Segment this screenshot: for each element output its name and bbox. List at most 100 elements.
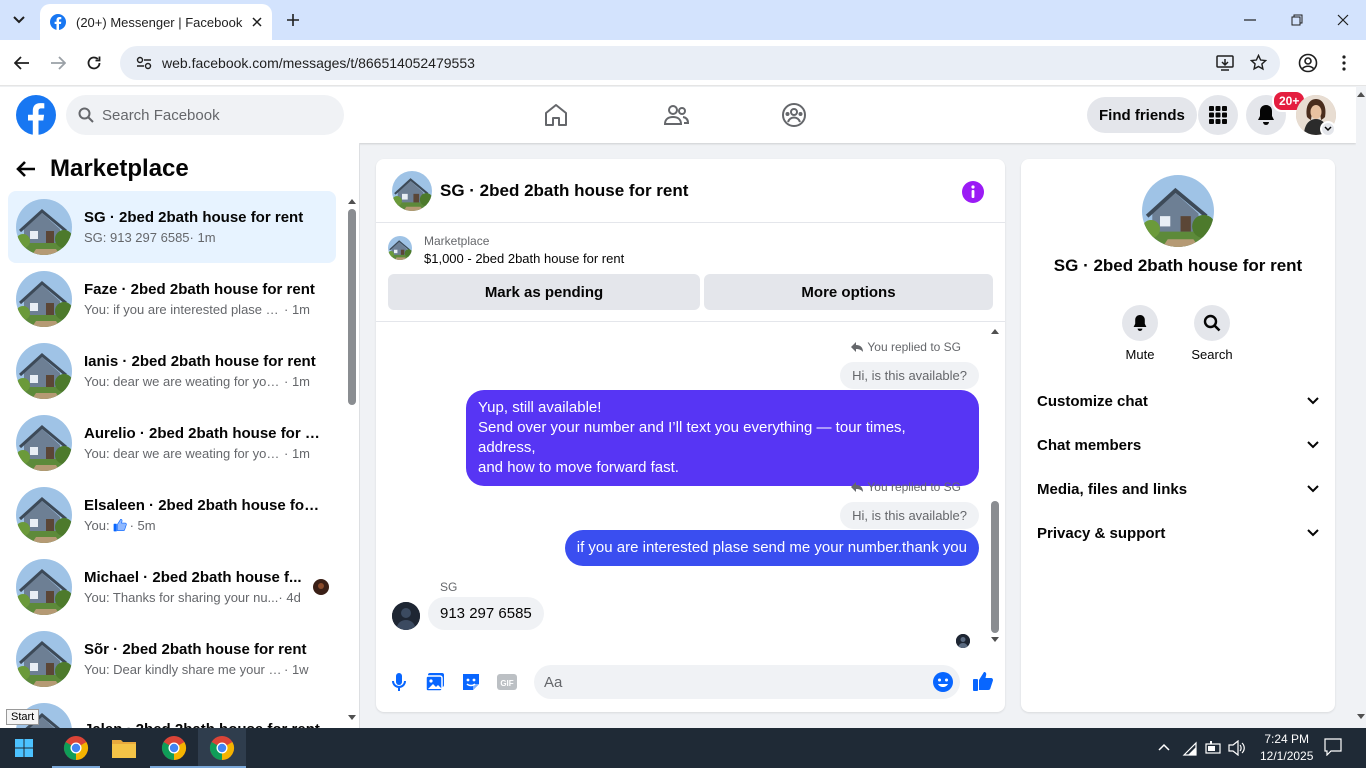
- conversation-item[interactable]: Michael · 2bed 2bath house f... You: Than…: [8, 551, 336, 623]
- sidebar-scrollbar[interactable]: [346, 195, 358, 725]
- quoted-message[interactable]: Hi, is this available?: [840, 362, 979, 389]
- details-avatar[interactable]: [1142, 175, 1214, 247]
- sidebar-scroll-thumb[interactable]: [348, 209, 356, 405]
- address-bar[interactable]: web.facebook.com/messages/t/866514052479…: [120, 46, 1280, 80]
- facebook-logo-icon[interactable]: [16, 95, 56, 135]
- forward-arrow-icon[interactable]: [44, 49, 72, 77]
- section-label: Customize chat: [1037, 392, 1148, 410]
- conversation-text: Michael · 2bed 2bath house f... You: Than…: [84, 569, 320, 605]
- conversation-thumbnail: [16, 631, 72, 687]
- conversation-item[interactable]: Aurelio · 2bed 2bath house for r... You: …: [8, 407, 336, 479]
- preview-text: You: if you are interested plase se...: [84, 302, 284, 317]
- page-scrollbar[interactable]: [1356, 87, 1366, 728]
- preview-text: SG: 913 297 6585: [84, 230, 190, 245]
- profile-icon[interactable]: [1294, 49, 1322, 77]
- conversation-name: Elsaleen · 2bed 2bath house for ...: [84, 497, 320, 514]
- listing-price-title[interactable]: $1,000 - 2bed 2bath house for rent: [424, 251, 624, 266]
- chat-members-row[interactable]: Chat members: [1037, 425, 1319, 465]
- emoji-icon[interactable]: [932, 671, 954, 693]
- preview-text: You: dear we are weating for your ...: [84, 374, 284, 389]
- customize-chat-row[interactable]: Customize chat: [1037, 381, 1319, 421]
- details-name: SG · 2bed 2bath house for rent: [1053, 256, 1303, 275]
- mark-as-pending-button[interactable]: Mark as pending: [388, 274, 700, 310]
- thumbs-up-icon[interactable]: [972, 670, 994, 692]
- new-tab-plus-icon[interactable]: [282, 9, 304, 31]
- conversation-item[interactable]: Ianis · 2bed 2bath house for rent You: de…: [8, 335, 336, 407]
- gif-icon[interactable]: GIF: [496, 671, 518, 693]
- message-scroll-thumb[interactable]: [991, 501, 999, 633]
- seen-receipt-avatar: [313, 579, 329, 595]
- search-conversation-button[interactable]: Search: [1182, 305, 1242, 362]
- search-input[interactable]: [102, 106, 322, 124]
- facebook-header: Find friends 20+: [0, 87, 1356, 143]
- install-app-icon[interactable]: [1216, 54, 1234, 72]
- conversation-thumbnail: [16, 487, 72, 543]
- conversation-item[interactable]: SG · 2bed 2bath house for rent SG: 913 29…: [8, 191, 336, 263]
- system-clock[interactable]: 7:24 PM 12/1/2025: [1260, 731, 1313, 765]
- chrome-taskbar-icon[interactable]: [52, 728, 100, 768]
- battery-icon[interactable]: [1204, 740, 1222, 756]
- back-arrow-icon[interactable]: [16, 160, 36, 178]
- section-label: Chat members: [1037, 436, 1142, 454]
- photo-icon[interactable]: [424, 671, 446, 693]
- find-friends-button[interactable]: Find friends: [1087, 97, 1197, 133]
- file-explorer-icon[interactable]: [100, 728, 148, 768]
- browser-tab[interactable]: (20+) Messenger | Facebook: [40, 4, 272, 40]
- conversation-item[interactable]: Sõr · 2bed 2bath house for rent You: Dear…: [8, 623, 336, 695]
- chat-avatar[interactable]: [392, 170, 432, 211]
- outgoing-message[interactable]: if you are interested plase send me your…: [564, 530, 979, 566]
- conversation-name: Faze · 2bed 2bath house for rent: [84, 281, 315, 298]
- conversation-text: Jalen · 2bed 2bath house for rent: [84, 721, 320, 729]
- message-scrollbar[interactable]: [988, 325, 1002, 647]
- message-input[interactable]: [534, 665, 960, 699]
- facebook-search[interactable]: [66, 95, 344, 135]
- outgoing-message[interactable]: Yup, still available! Send over your num…: [466, 390, 979, 486]
- privacy-support-row[interactable]: Privacy & support: [1037, 513, 1319, 553]
- reply-arrow-icon: [851, 482, 864, 492]
- conversation-item[interactable]: Jalen · 2bed 2bath house for rent: [8, 695, 336, 728]
- conversation-thumbnail: [16, 343, 72, 399]
- network-icon[interactable]: [1182, 740, 1198, 756]
- restore-window-icon[interactable]: [1283, 6, 1311, 34]
- browser-menu-icon[interactable]: [1330, 49, 1358, 77]
- conversation-name: Ianis · 2bed 2bath house for rent: [84, 353, 316, 370]
- chat-title[interactable]: SG · 2bed 2bath house for rent: [440, 181, 688, 201]
- close-window-icon[interactable]: [1329, 6, 1357, 34]
- conversation-preview: You: Dear kindly share me your co... · 1…: [84, 662, 320, 677]
- incoming-message[interactable]: 913 297 6585: [428, 597, 544, 630]
- reload-icon[interactable]: [80, 49, 108, 77]
- microphone-icon[interactable]: [388, 671, 410, 693]
- sender-avatar[interactable]: [392, 602, 420, 630]
- more-options-button[interactable]: More options: [704, 274, 993, 310]
- conversation-text: Elsaleen · 2bed 2bath house for ... You: …: [84, 497, 320, 533]
- site-settings-icon[interactable]: [136, 56, 152, 70]
- sidebar-title: Marketplace: [50, 155, 189, 182]
- tab-search-chevron-icon[interactable]: [6, 8, 32, 32]
- conversation-item[interactable]: Elsaleen · 2bed 2bath house for ... You: …: [8, 479, 336, 551]
- conversation-name: Aurelio · 2bed 2bath house for r...: [84, 425, 320, 442]
- media-files-links-row[interactable]: Media, files and links: [1037, 469, 1319, 509]
- friends-icon[interactable]: [660, 99, 692, 131]
- back-arrow-icon[interactable]: [8, 49, 36, 77]
- menu-grid-icon[interactable]: [1198, 95, 1238, 135]
- chrome-active-taskbar-icon[interactable]: [198, 728, 246, 768]
- listing-thumbnail: [388, 236, 412, 260]
- sticker-icon[interactable]: [460, 671, 482, 693]
- volume-icon[interactable]: [1228, 740, 1246, 756]
- bookmark-star-icon[interactable]: [1250, 54, 1267, 71]
- minimize-icon[interactable]: [1236, 6, 1264, 34]
- groups-icon[interactable]: [778, 99, 810, 131]
- chat-header: SG · 2bed 2bath house for rent: [376, 159, 1005, 223]
- account-chevron-icon[interactable]: [1320, 121, 1336, 137]
- conversation-text: Faze · 2bed 2bath house for rent You: if …: [84, 281, 320, 317]
- windows-start-icon[interactable]: [0, 728, 48, 768]
- mute-button[interactable]: Mute: [1110, 305, 1170, 362]
- chrome-profile-taskbar-icon[interactable]: [150, 728, 198, 768]
- close-tab-icon[interactable]: [252, 17, 262, 27]
- info-icon[interactable]: [962, 181, 984, 203]
- home-icon[interactable]: [540, 99, 572, 131]
- show-hidden-icons-chevron-icon[interactable]: [1157, 740, 1171, 754]
- notification-center-icon[interactable]: [1324, 738, 1342, 756]
- quoted-message[interactable]: Hi, is this available?: [840, 502, 979, 529]
- conversation-item[interactable]: Faze · 2bed 2bath house for rent You: if …: [8, 263, 336, 335]
